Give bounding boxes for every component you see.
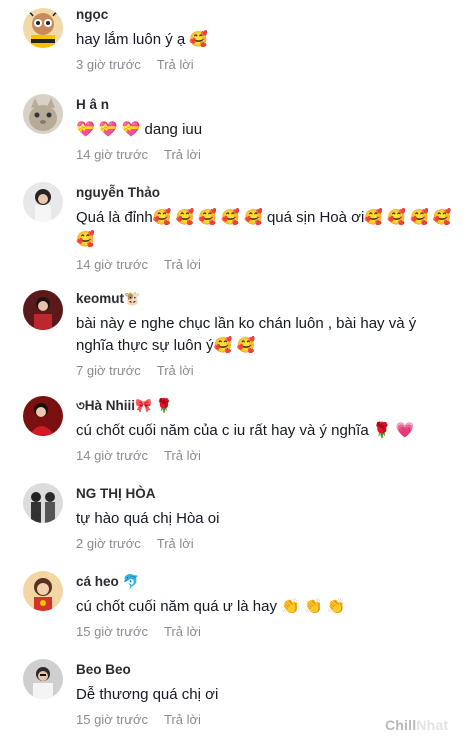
avatar[interactable] — [23, 483, 63, 523]
avatar[interactable] — [23, 94, 63, 134]
comment-text: 💝 💝 💝 dang iuu — [76, 121, 203, 138]
avatar[interactable] — [23, 8, 63, 48]
comment-text: bài này e nghe chục lần ko chán luôn , b… — [76, 315, 417, 354]
username[interactable]: ৩Hà Nhiii🎀 🌹 — [76, 398, 456, 414]
timestamp: 15 giờ trước — [76, 624, 148, 639]
avatar[interactable] — [23, 571, 63, 611]
watermark-part1: Chill — [385, 717, 417, 733]
comment-text: tự hào quá chị Hòa oi — [76, 510, 220, 527]
comment-meta: 2 giờ trước Trả lời — [76, 536, 456, 552]
watermark-part2: Nhat — [416, 717, 449, 733]
comment-meta: 15 giờ trước Trả lời — [76, 624, 456, 640]
avatar[interactable] — [23, 290, 63, 330]
avatar[interactable] — [23, 659, 63, 699]
reply-button[interactable]: Trả lời — [157, 57, 194, 72]
comment-text: Dễ thương quá chị ơi — [76, 686, 219, 703]
timestamp: 3 giờ trước — [76, 57, 141, 72]
username[interactable]: ngọc — [76, 7, 456, 23]
reply-button[interactable]: Trả lời — [157, 536, 194, 551]
reply-button[interactable]: Trả lời — [164, 712, 201, 727]
avatar[interactable] — [23, 182, 63, 222]
comment-text: cú chốt cuối năm của c iu rất hay và ý n… — [76, 422, 415, 439]
comment-meta: 14 giờ trước Trả lời — [76, 257, 456, 273]
reply-button[interactable]: Trả lời — [157, 363, 194, 378]
comment-text: Quá là đỉnh🥰 🥰 🥰 🥰 🥰 quá sịn Hoà ơi🥰 🥰 🥰… — [76, 209, 452, 248]
timestamp: 15 giờ trước — [76, 712, 148, 727]
reply-button[interactable]: Trả lời — [164, 257, 201, 272]
timestamp: 14 giờ trước — [76, 257, 148, 272]
timestamp: 7 giờ trước — [76, 363, 141, 378]
comment-meta: 7 giờ trước Trả lời — [76, 363, 456, 379]
comment-text: cú chốt cuối năm quá ư là hay 👏 👏 👏 — [76, 598, 346, 615]
reply-button[interactable]: Trả lời — [164, 448, 201, 463]
timestamp: 14 giờ trước — [76, 448, 148, 463]
comment-meta: 14 giờ trước Trả lời — [76, 448, 456, 464]
reply-button[interactable]: Trả lời — [164, 147, 201, 162]
username[interactable]: nguyễn Thảo — [76, 185, 456, 201]
username[interactable]: NG THỊ HÒA — [76, 486, 456, 502]
username[interactable]: Beo Beo — [76, 662, 456, 678]
reply-button[interactable]: Trả lời — [164, 624, 201, 639]
timestamp: 2 giờ trước — [76, 536, 141, 551]
username[interactable]: cá heo 🐬 — [76, 574, 456, 590]
comment-meta: 3 giờ trước Trả lời — [76, 57, 456, 73]
comment-text: hay lắm luôn ý ạ 🥰 — [76, 31, 209, 48]
watermark: ChillNhat — [385, 717, 448, 733]
comment-meta: 14 giờ trước Trả lời — [76, 147, 456, 163]
username[interactable]: keomut🐮 — [76, 291, 456, 307]
avatar[interactable] — [23, 396, 63, 436]
timestamp: 14 giờ trước — [76, 147, 148, 162]
username[interactable]: H â n — [76, 97, 456, 113]
